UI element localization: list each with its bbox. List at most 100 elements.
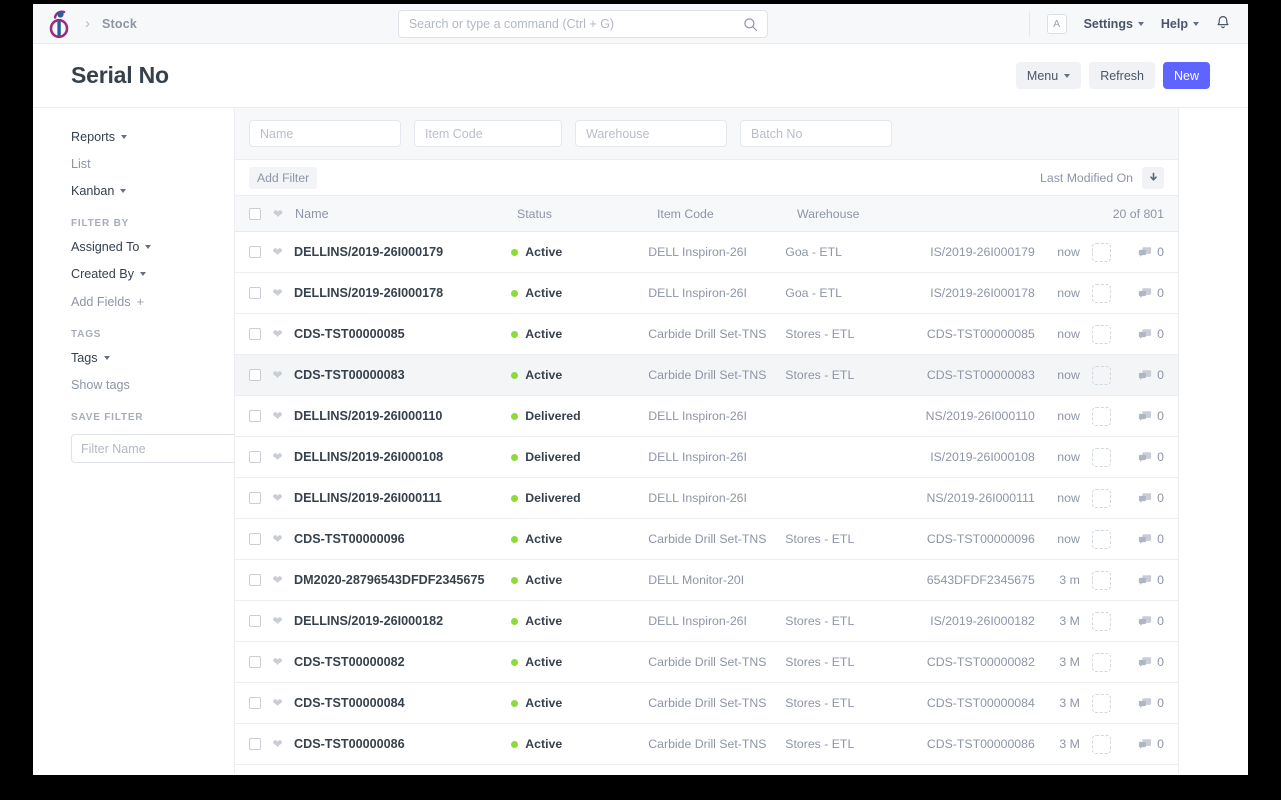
- sidebar-item-add-fields[interactable]: Add Fields +: [71, 294, 233, 309]
- row-like-cell[interactable]: ❤: [272, 532, 294, 546]
- sidebar-item-reports[interactable]: Reports: [71, 130, 233, 144]
- sidebar-item-kanban[interactable]: Kanban: [71, 184, 233, 198]
- row-name-link[interactable]: CDS-TST00000082: [294, 655, 511, 669]
- row-warehouse[interactable]: Stores - ETL: [785, 368, 914, 382]
- row-assign-cell[interactable]: [1080, 325, 1123, 344]
- sort-direction-button[interactable]: [1142, 167, 1164, 189]
- row-select-cell[interactable]: [249, 410, 272, 422]
- table-row[interactable]: ❤CDS-TST00000086ActiveCarbide Drill Set-…: [235, 724, 1178, 765]
- row-name-link[interactable]: CDS-TST00000084: [294, 696, 511, 710]
- row-warehouse[interactable]: Stores - ETL: [785, 614, 914, 628]
- heart-icon[interactable]: ❤: [272, 655, 282, 669]
- row-checkbox[interactable]: [249, 656, 261, 668]
- header-name[interactable]: Name: [295, 207, 517, 221]
- assign-placeholder-icon[interactable]: [1092, 366, 1111, 385]
- row-item-code[interactable]: Carbide Drill Set-TNS: [648, 696, 785, 710]
- heart-icon[interactable]: ❤: [272, 491, 282, 505]
- row-assign-cell[interactable]: [1080, 571, 1123, 590]
- row-name-link[interactable]: DELLINS/2019-26I000178: [294, 286, 511, 300]
- table-row[interactable]: ❤DELLINS/2019-26I000110DeliveredDELL Ins…: [235, 396, 1178, 437]
- refresh-button[interactable]: Refresh: [1089, 62, 1155, 89]
- row-checkbox[interactable]: [249, 451, 261, 463]
- sidebar-item-tags[interactable]: Tags: [71, 351, 233, 365]
- app-logo-icon[interactable]: [47, 9, 73, 39]
- filter-input-item-code[interactable]: [414, 120, 562, 147]
- row-checkbox[interactable]: [249, 533, 261, 545]
- row-name-link[interactable]: DM2020-28796543DFDF2345675: [294, 573, 511, 587]
- menu-button[interactable]: Menu: [1016, 62, 1081, 89]
- row-like-cell[interactable]: ❤: [272, 655, 294, 669]
- table-row[interactable]: ❤DELLINS/2019-26I000179ActiveDELL Inspir…: [235, 232, 1178, 273]
- table-row[interactable]: ❤DELLINS/2019-26I000182ActiveDELL Inspir…: [235, 601, 1178, 642]
- row-item-code[interactable]: DELL Inspiron-26I: [648, 614, 785, 628]
- assign-placeholder-icon[interactable]: [1092, 489, 1111, 508]
- heart-icon[interactable]: ❤: [272, 573, 282, 587]
- row-select-cell[interactable]: [249, 574, 272, 586]
- heart-icon[interactable]: ❤: [272, 737, 282, 751]
- row-item-code[interactable]: Carbide Drill Set-TNS: [648, 532, 785, 546]
- breadcrumb-stock[interactable]: Stock: [102, 17, 137, 31]
- row-select-cell[interactable]: [249, 697, 272, 709]
- row-comment-cell[interactable]: 0: [1123, 737, 1164, 751]
- row-assign-cell[interactable]: [1080, 694, 1123, 713]
- assign-placeholder-icon[interactable]: [1092, 530, 1111, 549]
- row-warehouse[interactable]: Stores - ETL: [785, 655, 914, 669]
- filter-input-warehouse[interactable]: [575, 120, 727, 147]
- select-all-checkbox[interactable]: [249, 208, 261, 220]
- row-like-cell[interactable]: ❤: [272, 409, 294, 423]
- assign-placeholder-icon[interactable]: [1092, 571, 1111, 590]
- table-row[interactable]: ❤CDS-TST00000083ActiveCarbide Drill Set-…: [235, 355, 1178, 396]
- brand-area[interactable]: › Stock: [47, 9, 137, 39]
- avatar[interactable]: A: [1047, 14, 1067, 34]
- row-checkbox[interactable]: [249, 369, 261, 381]
- add-filter-button[interactable]: Add Filter: [249, 167, 317, 189]
- row-warehouse[interactable]: Stores - ETL: [785, 532, 914, 546]
- row-select-cell[interactable]: [249, 451, 272, 463]
- bell-icon[interactable]: [1216, 15, 1230, 33]
- assign-placeholder-icon[interactable]: [1092, 612, 1111, 631]
- row-assign-cell[interactable]: [1080, 489, 1123, 508]
- row-comment-cell[interactable]: 0: [1123, 532, 1164, 546]
- row-item-code[interactable]: DELL Inspiron-26I: [648, 286, 785, 300]
- sidebar-item-assigned-to[interactable]: Assigned To: [71, 240, 233, 254]
- row-select-cell[interactable]: [249, 328, 272, 340]
- header-warehouse[interactable]: Warehouse: [797, 207, 929, 221]
- table-row[interactable]: ❤DELLINS/2019-26I000111DeliveredDELL Ins…: [235, 478, 1178, 519]
- row-assign-cell[interactable]: [1080, 735, 1123, 754]
- row-like-cell[interactable]: ❤: [272, 450, 294, 464]
- heart-icon[interactable]: ❤: [272, 696, 282, 710]
- row-name-link[interactable]: CDS-TST00000096: [294, 532, 511, 546]
- table-row[interactable]: ❤DELLINS/2019-26I000178ActiveDELL Inspir…: [235, 273, 1178, 314]
- row-assign-cell[interactable]: [1080, 366, 1123, 385]
- row-item-code[interactable]: Carbide Drill Set-TNS: [648, 327, 785, 341]
- row-like-cell[interactable]: ❤: [272, 737, 294, 751]
- row-assign-cell[interactable]: [1080, 653, 1123, 672]
- row-warehouse[interactable]: Goa - ETL: [785, 245, 914, 259]
- assign-placeholder-icon[interactable]: [1092, 735, 1111, 754]
- row-comment-cell[interactable]: 0: [1123, 409, 1164, 423]
- assign-placeholder-icon[interactable]: [1092, 243, 1111, 262]
- row-item-code[interactable]: DELL Inspiron-26I: [648, 409, 785, 423]
- row-warehouse[interactable]: Stores - ETL: [785, 696, 914, 710]
- assign-placeholder-icon[interactable]: [1092, 407, 1111, 426]
- row-name-link[interactable]: CDS-TST00000083: [294, 368, 511, 382]
- row-comment-cell[interactable]: 0: [1123, 696, 1164, 710]
- filter-name-input[interactable]: [71, 434, 251, 463]
- table-row[interactable]: ❤CDS-TST00000084ActiveCarbide Drill Set-…: [235, 683, 1178, 724]
- heart-icon[interactable]: ❤: [272, 245, 282, 259]
- table-row[interactable]: ❤CDS-TST00000096ActiveCarbide Drill Set-…: [235, 519, 1178, 560]
- row-item-code[interactable]: DELL Monitor-20I: [648, 573, 785, 587]
- row-name-link[interactable]: DELLINS/2019-26I000179: [294, 245, 511, 259]
- sidebar-item-list[interactable]: List: [71, 157, 233, 171]
- row-item-code[interactable]: Carbide Drill Set-TNS: [648, 655, 785, 669]
- search-input[interactable]: [399, 11, 767, 37]
- row-name-link[interactable]: DELLINS/2019-26I000110: [294, 409, 511, 423]
- row-comment-cell[interactable]: 0: [1123, 327, 1164, 341]
- row-comment-cell[interactable]: 0: [1123, 245, 1164, 259]
- row-like-cell[interactable]: ❤: [272, 327, 294, 341]
- row-comment-cell[interactable]: 0: [1123, 573, 1164, 587]
- assign-placeholder-icon[interactable]: [1092, 653, 1111, 672]
- row-name-link[interactable]: CDS-TST00000086: [294, 737, 511, 751]
- row-checkbox[interactable]: [249, 492, 261, 504]
- row-comment-cell[interactable]: 0: [1123, 286, 1164, 300]
